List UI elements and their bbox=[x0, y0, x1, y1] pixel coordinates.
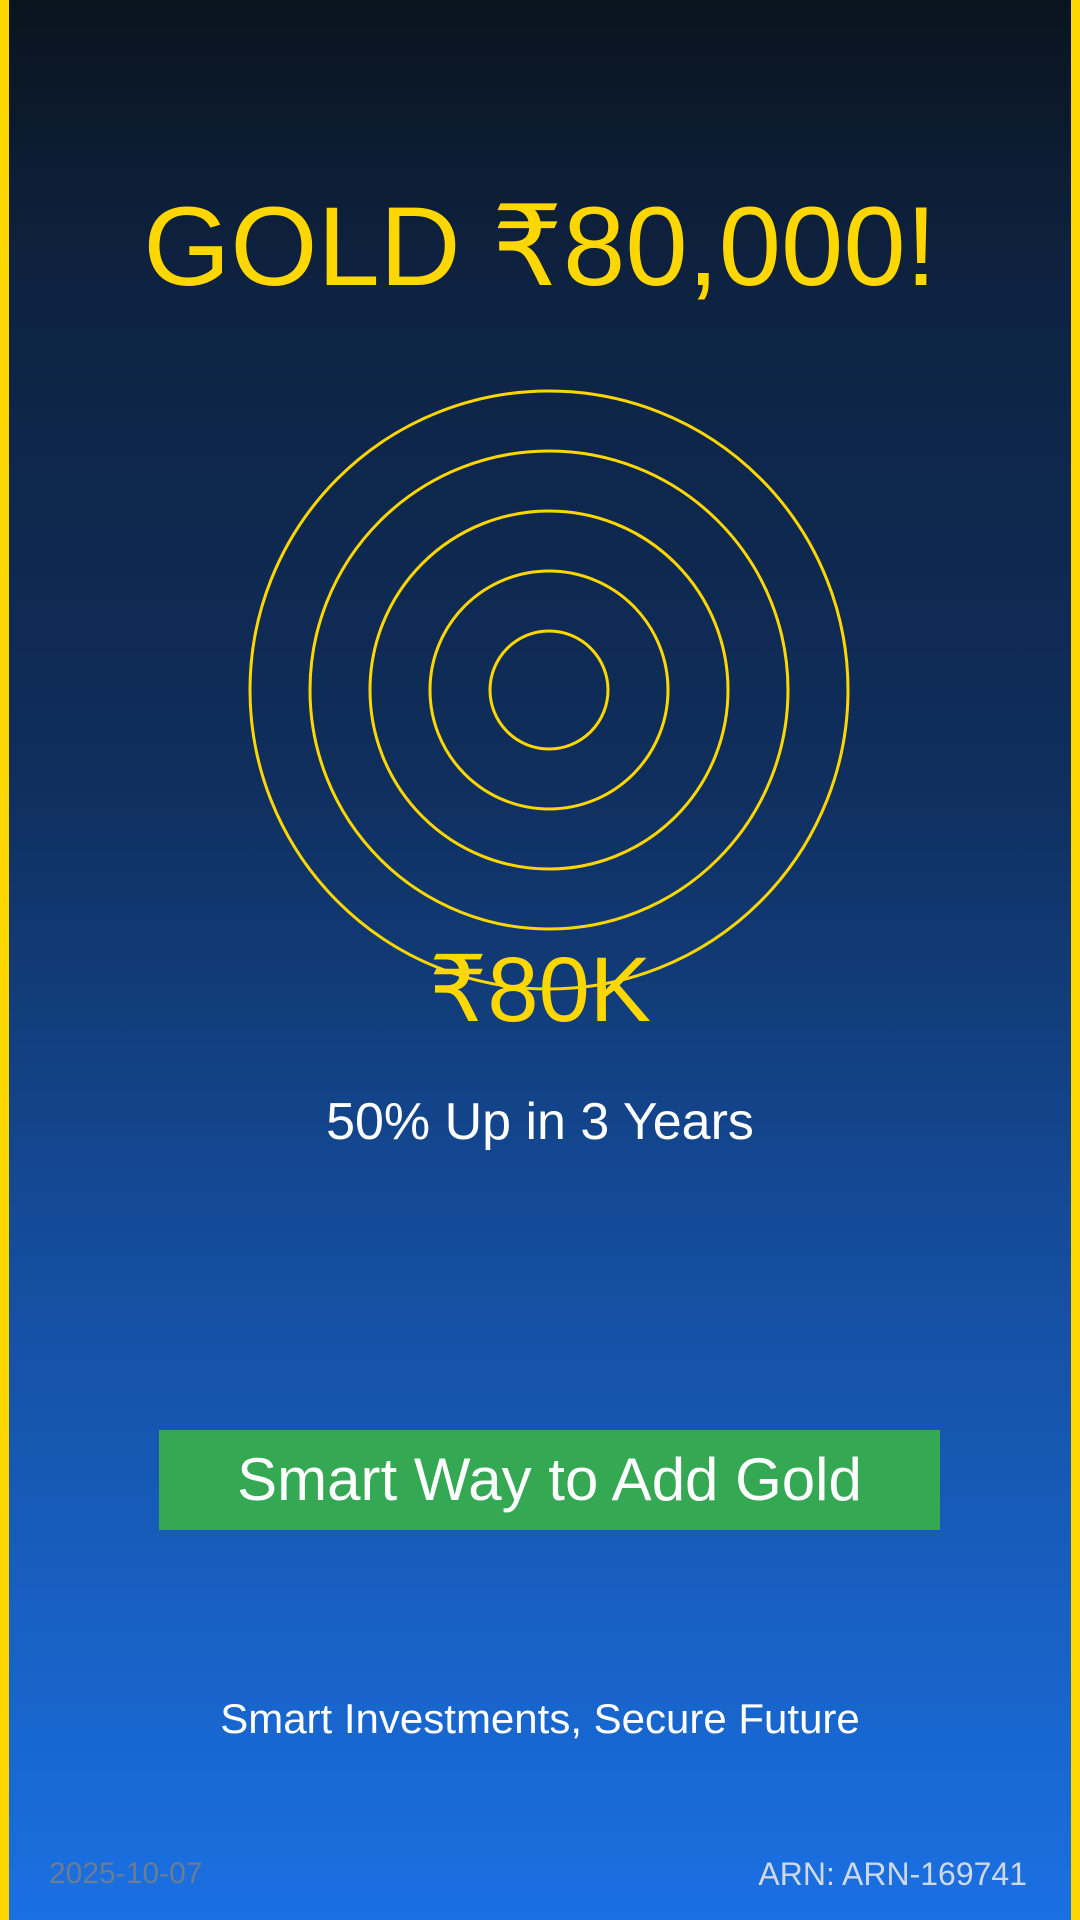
arn-label: ARN: ARN-169741 bbox=[758, 1856, 1027, 1892]
growth-caption: 50% Up in 3 Years bbox=[326, 1093, 754, 1151]
ring-3 bbox=[368, 509, 730, 871]
ring-4 bbox=[308, 449, 790, 931]
price-highlight: ₹80K bbox=[428, 939, 652, 1041]
ring-1 bbox=[488, 629, 610, 751]
headline: GOLD ₹80,000! bbox=[143, 184, 937, 309]
poster: GOLD ₹80,000! ₹80K 50% Up in 3 Years Sma… bbox=[0, 0, 1080, 1920]
date-label: 2025-10-07 bbox=[49, 1857, 203, 1890]
tagline: Smart Investments, Secure Future bbox=[220, 1695, 860, 1742]
ring-5 bbox=[248, 389, 850, 991]
add-gold-button[interactable]: Smart Way to Add Gold bbox=[159, 1430, 940, 1530]
ring-2 bbox=[428, 569, 670, 811]
